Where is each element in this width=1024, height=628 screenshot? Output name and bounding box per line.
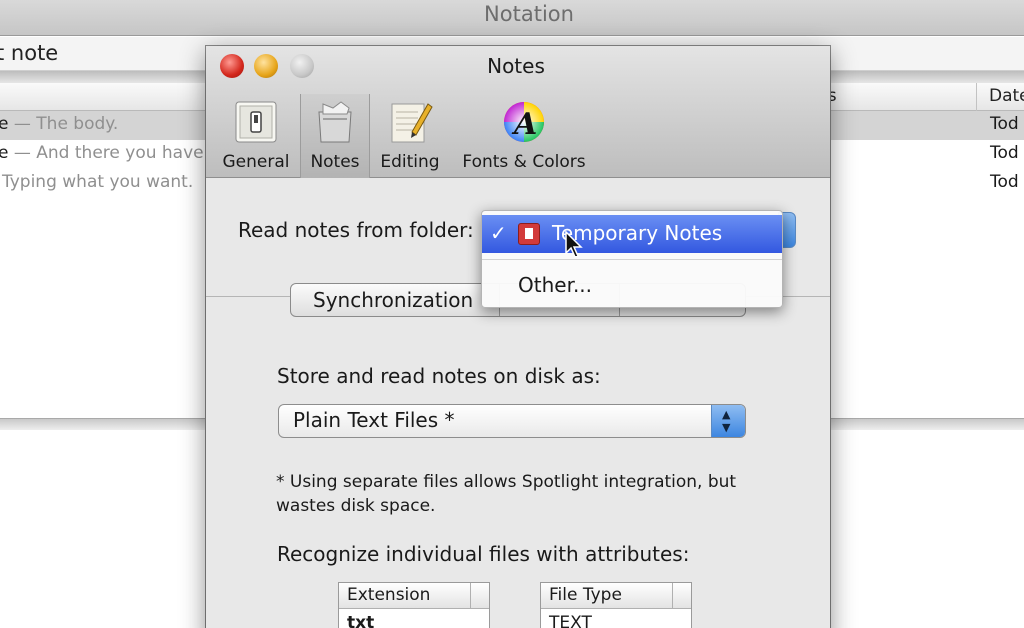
search-field-text: t note [0, 41, 59, 65]
document-icon [518, 223, 540, 245]
tab-fonts-colors[interactable]: A Fonts & Colors [454, 94, 594, 178]
tab-general-label: General [222, 152, 290, 172]
svg-text:A: A [511, 107, 537, 142]
pencil-paper-icon [391, 103, 433, 143]
notes-bag-icon [318, 101, 352, 143]
extension-cell[interactable]: txt [347, 613, 374, 628]
note-row-date: Tod [990, 172, 1019, 192]
folder-label: Read notes from folder: [238, 218, 474, 242]
filetype-column-header: File Type [549, 585, 622, 605]
main-window-title: Notation [484, 2, 574, 26]
menu-separator [482, 259, 782, 260]
filetype-table[interactable]: File Type TEXT [540, 582, 692, 628]
extension-column-header: Extension [347, 585, 431, 605]
filetype-table-header: File Type [541, 583, 691, 609]
menu-item-other-label: Other... [518, 273, 593, 297]
note-row-text: Typing what you want. [2, 172, 194, 192]
popup-arrows-icon: ▲ ▼ [711, 405, 745, 437]
preferences-toolbar: Notes General Notes Editing A Fonts & Co… [206, 46, 830, 178]
column-divider[interactable] [976, 83, 977, 111]
extension-table-header: Extension [339, 583, 489, 609]
note-row-text: e — And there you have [0, 143, 204, 163]
attributes-label: Recognize individual files with attribut… [277, 542, 690, 566]
menu-item-temporary-notes[interactable]: ✓ Temporary Notes [482, 215, 782, 253]
column-header-date[interactable]: Date [989, 86, 1024, 106]
preferences-window: Notes General Notes Editing A Fonts & Co… [206, 46, 830, 628]
column-divider [672, 583, 673, 609]
storage-label: Store and read notes on disk as: [277, 364, 601, 388]
tab-notes-label: Notes [310, 152, 360, 172]
mouse-cursor-icon [565, 231, 583, 258]
tab-editing-label: Editing [380, 152, 440, 172]
storage-format-value: Plain Text Files * [293, 408, 455, 432]
extension-table[interactable]: Extension txt [338, 582, 490, 628]
preferences-title: Notes [487, 54, 545, 78]
tab-notes[interactable]: Notes [300, 94, 370, 178]
checkmark-icon: ✓ [490, 221, 507, 245]
note-row-date: Tod [990, 114, 1019, 134]
switch-icon [235, 101, 277, 143]
spotlight-note: * Using separate files allows Spotlight … [276, 472, 737, 516]
menu-item-other[interactable]: Other... [482, 267, 782, 305]
tab-editing[interactable]: Editing [372, 94, 448, 178]
storage-format-popup[interactable]: Plain Text Files * ▲ ▼ [278, 404, 746, 438]
color-wheel-icon: A [504, 102, 544, 142]
folder-dropdown-menu: ✓ Temporary Notes Other... [481, 210, 783, 308]
tab-general[interactable]: General [216, 94, 296, 178]
note-row-text: e — The body. [0, 114, 119, 134]
filetype-cell[interactable]: TEXT [549, 613, 592, 628]
column-divider [470, 583, 471, 609]
tab-fonts-colors-label: Fonts & Colors [462, 152, 586, 172]
main-window-titlebar: Notation [0, 0, 1024, 36]
tab-synchronization[interactable]: Synchronization [313, 288, 473, 312]
note-row-date: Tod [990, 143, 1019, 163]
